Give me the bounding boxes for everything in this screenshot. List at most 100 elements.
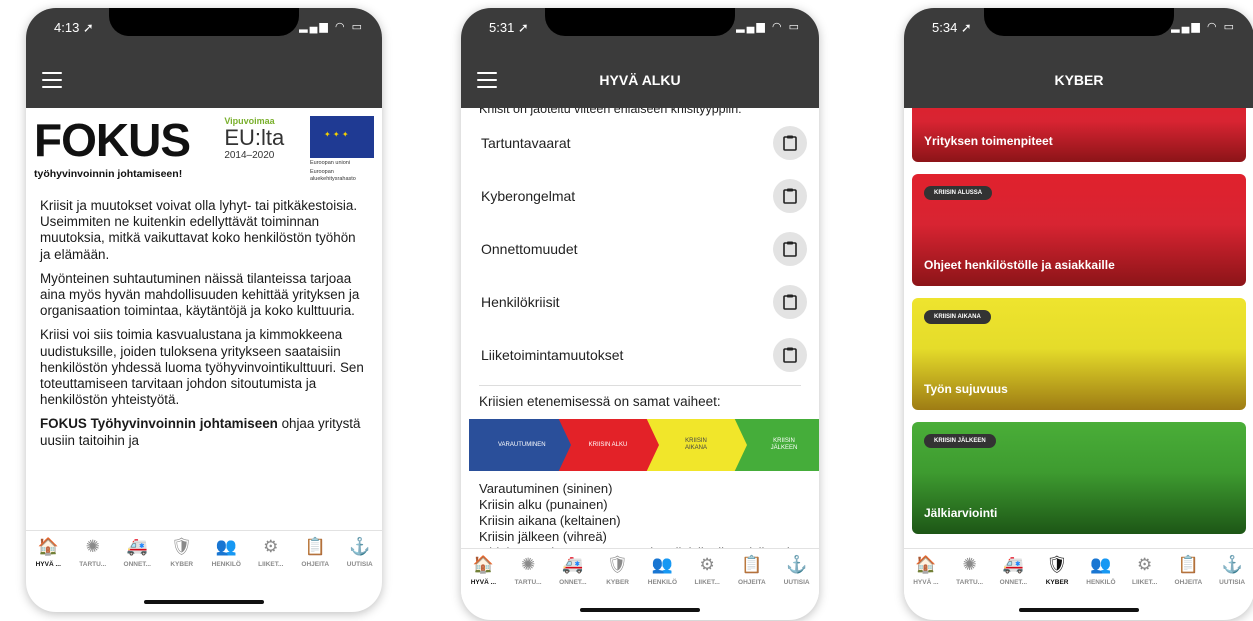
nav-tab-kyber[interactable]: 🛡 KYBER — [161, 537, 203, 568]
nav-tab-onnet[interactable]: 🚑 ONNET... — [552, 555, 594, 586]
nav-tab-label: UUTISIA — [783, 579, 810, 586]
nav-tab-label: HYVÄ ... — [470, 579, 497, 586]
nav-tab-hyvä[interactable]: 🏠 HYVÄ ... — [905, 555, 947, 586]
nav-tab-onnet[interactable]: 🚑 ONNET... — [992, 555, 1034, 586]
nav-tab-uutisia[interactable]: ⚓ UUTISIA — [776, 555, 818, 586]
anchor-icon: ⚓ — [1221, 555, 1243, 574]
crisis-type-row[interactable]: Tartuntavaarat — [461, 116, 819, 169]
nav-tab-liiket[interactable]: ⚙ LIIKET... — [686, 555, 728, 586]
nav-tab-ohjeita[interactable]: 📋 OHJEITA — [294, 537, 336, 568]
device-notch — [984, 8, 1174, 36]
clipboard-button[interactable] — [773, 125, 807, 160]
nav-tab-henkilö[interactable]: 👥 HENKILÖ — [205, 537, 247, 568]
nav-tab-kyber[interactable]: 🛡 KYBER — [1036, 555, 1078, 586]
nav-tab-label: LIIKET... — [694, 579, 720, 586]
app-header: 4:13 ➚ ▂▄▆ ◠ ▭ — [26, 8, 382, 108]
home-indicator[interactable] — [580, 608, 700, 612]
phase-legend-item: Varautuminen (sininen) — [479, 481, 613, 496]
nav-tab-label: UUTISIA — [346, 561, 373, 568]
kyber-card[interactable]: KRIISIN AIKANA Työn sujuvuus — [912, 298, 1246, 410]
nav-tab-label: TARTU... — [79, 561, 107, 568]
nav-tab-label: ONNET... — [123, 561, 151, 568]
virus-icon: ✺ — [962, 555, 977, 574]
crisis-type-label: Onnettomuudet — [481, 240, 578, 257]
phase-legend-item: Kriisin alku (punainen) — [479, 497, 608, 512]
clipboard-button[interactable] — [773, 337, 807, 372]
nav-tab-label: OHJEITA — [301, 561, 330, 568]
crisis-type-row[interactable]: Onnettomuudet — [461, 222, 819, 275]
nav-tab-label: ONNET... — [999, 579, 1028, 586]
clipboard-button[interactable] — [773, 231, 807, 266]
clipboard-icon — [783, 294, 797, 310]
nav-tab-label: OHJEITA — [1174, 579, 1203, 586]
crisis-type-row[interactable]: Henkilökriisit — [461, 275, 819, 328]
crisis-type-label: Tartuntavaarat — [481, 134, 571, 151]
status-icons: ▂▄▆ ◠ ▭ — [299, 21, 364, 33]
phone-screen-hyva-alku: 5:31 ➚ ▂▄▆ ◠ ▭ HYVÄ ALKU Kriisit on jaot… — [461, 8, 819, 620]
nav-tab-henkilö[interactable]: 👥 HENKILÖ — [1080, 555, 1122, 586]
intro-text-scroll[interactable]: Kriisit ja muutokset voivat olla lyhyt- … — [26, 198, 382, 528]
eu-flag-icon — [310, 116, 374, 158]
phase-arrow: KRIISIN AIKANA — [645, 419, 747, 471]
nav-tab-label: HYVÄ ... — [913, 579, 939, 586]
people-icon: 👥 — [651, 555, 673, 574]
status-time: 5:31 ➚ — [489, 20, 529, 35]
nav-tab-label: TARTU... — [956, 579, 984, 586]
nav-tab-liiket[interactable]: ⚙ LIIKET... — [1124, 555, 1166, 586]
nav-tab-tartu[interactable]: ✺ TARTU... — [949, 555, 991, 586]
home-indicator[interactable] — [144, 600, 264, 604]
nav-tab-hyvä[interactable]: 🏠 HYVÄ ... — [27, 537, 69, 568]
nav-tab-label: HYVÄ ... — [35, 561, 61, 568]
crisis-type-row[interactable]: Kyberongelmat — [461, 169, 819, 222]
status-time: 5:34 ➚ — [932, 20, 972, 35]
phases-title: Kriisien etenemisessä on samat vaiheet: — [479, 394, 721, 409]
nav-tab-tartu[interactable]: ✺ TARTU... — [72, 537, 114, 568]
nav-tab-label: KYBER — [170, 561, 194, 568]
app-header: 5:31 ➚ ▂▄▆ ◠ ▭ HYVÄ ALKU — [461, 8, 819, 108]
nav-tab-label: KYBER — [1045, 579, 1069, 586]
clipboard-icon — [783, 188, 797, 204]
nav-tab-kyber[interactable]: 🛡 KYBER — [597, 555, 639, 586]
nav-tab-onnet[interactable]: 🚑 ONNET... — [116, 537, 158, 568]
crisis-type-row[interactable]: Liiketoimintamuutokset — [461, 328, 819, 381]
device-notch — [109, 8, 299, 36]
crisis-intro-text: Kriisit on jaoteltu viiteen erilaiseen k… — [479, 108, 742, 116]
hamburger-menu-icon[interactable] — [42, 72, 62, 88]
nav-tab-uutisia[interactable]: ⚓ UUTISIA — [1211, 555, 1253, 586]
kyber-card[interactable]: KRIISIN JÄLKEEN Jälkiarviointi — [912, 422, 1246, 534]
home-icon: 🏠 — [472, 555, 494, 574]
crisis-type-label: Kyberongelmat — [481, 187, 576, 204]
nav-tab-liiket[interactable]: ⚙ LIIKET... — [250, 537, 292, 568]
phone-screen-fokus-intro: 4:13 ➚ ▂▄▆ ◠ ▭ FOKUS työhyvinvoinnin joh… — [26, 8, 382, 612]
nav-tab-henkilö[interactable]: 👥 HENKILÖ — [641, 555, 683, 586]
kyber-card[interactable]: Yrityksen toimenpiteet — [912, 108, 1246, 162]
nav-tab-hyvä[interactable]: 🏠 HYVÄ ... — [462, 555, 504, 586]
nav-tab-tartu[interactable]: ✺ TARTU... — [507, 555, 549, 586]
gears-icon: ⚙ — [1137, 555, 1153, 574]
kyber-card[interactable]: KRIISIN ALUSSA Ohjeet henkilöstölle ja as… — [912, 174, 1246, 286]
app-header: 5:34 ➚ ▂▄▆ ◠ ▭ KYBER — [904, 8, 1253, 108]
clipboard-button[interactable] — [773, 284, 807, 319]
ambulance-icon: 🚑 — [126, 537, 148, 556]
hyva-alku-content[interactable]: Kriisit on jaoteltu viiteen erilaiseen k… — [461, 108, 819, 548]
phase-arrows: VARAUTUMINEN KRIISIN ALKU KRIISIN AIKANA KR… — [461, 419, 819, 471]
clipboard-icon: 📋 — [304, 537, 326, 556]
kyber-card-list[interactable]: Yrityksen toimenpiteet KRIISIN ALUSSA Ohje… — [904, 108, 1253, 548]
status-time: 4:13 ➚ — [54, 20, 94, 35]
gears-icon: ⚙ — [699, 555, 715, 574]
nav-tab-uutisia[interactable]: ⚓ UUTISIA — [339, 537, 381, 568]
nav-tab-label: OHJEITA — [738, 579, 766, 586]
divider — [479, 385, 801, 386]
people-icon: 👥 — [1090, 555, 1112, 574]
clipboard-button[interactable] — [773, 178, 807, 213]
phase-label: KRIISIN AIKANA — [684, 438, 707, 451]
anchor-icon: ⚓ — [786, 555, 808, 574]
nav-tab-label: ONNET... — [559, 579, 587, 586]
nav-tab-ohjeita[interactable]: 📋 OHJEITA — [731, 555, 773, 586]
nav-tab-ohjeita[interactable]: 📋 OHJEITA — [1167, 555, 1209, 586]
fokus-logo-word: FOKUS — [34, 114, 191, 166]
home-indicator[interactable] — [1019, 608, 1139, 612]
crisis-type-list: Tartuntavaarat Kyberongelmat Onnettomuudet… — [461, 116, 819, 381]
ambulance-icon: 🚑 — [562, 555, 584, 574]
nav-tab-label: HENKILÖ — [1086, 579, 1116, 586]
